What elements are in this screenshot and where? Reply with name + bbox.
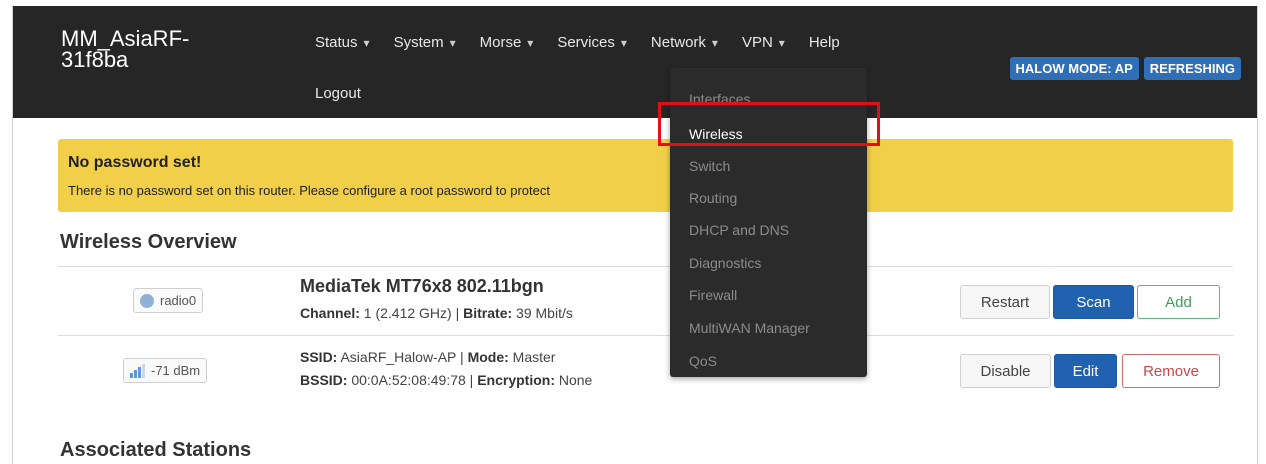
nav-status[interactable]: Status ▾	[315, 34, 370, 51]
no-password-alert: No password set! There is no password se…	[58, 139, 1233, 212]
radio-icon	[140, 293, 154, 308]
wireless-overview-title: Wireless Overview	[60, 231, 237, 253]
radio-name: radio0	[160, 293, 197, 308]
nav-services-label: Services	[557, 34, 615, 51]
remove-button[interactable]: Remove	[1122, 354, 1220, 388]
divider	[58, 266, 1233, 267]
alert-text: There is no password set on this router.…	[68, 183, 550, 198]
mode-label: Mode:	[467, 349, 509, 365]
signal-badge: -71 dBm	[123, 358, 208, 383]
nav-network[interactable]: Network ▾	[651, 34, 718, 51]
bitrate-value: 39 Mbit/s	[516, 305, 573, 321]
nav-system-label: System	[393, 34, 444, 51]
signal-strength-icon	[130, 363, 145, 378]
router-hostname[interactable]: MM_AsiaRF-31f8ba	[61, 28, 251, 71]
nav-vpn[interactable]: VPN ▾	[742, 34, 785, 51]
radio-device-name: MediaTek MT76x8 802.11bgn	[300, 276, 544, 296]
menu-item-dhcp-dns[interactable]: DHCP and DNS	[689, 222, 789, 238]
add-button[interactable]: Add	[1137, 285, 1220, 319]
nav-status-label: Status	[315, 34, 358, 51]
bitrate-label: Bitrate:	[463, 305, 513, 321]
signal-value: -71 dBm	[151, 363, 201, 378]
chevron-down-icon: ▾	[711, 35, 718, 50]
nav-services[interactable]: Services ▾	[557, 34, 627, 51]
menu-item-multiwan[interactable]: MultiWAN Manager	[689, 320, 810, 336]
radio-badge: radio0	[133, 288, 204, 313]
encryption-label: Encryption:	[477, 372, 555, 388]
channel-label: Channel:	[300, 305, 360, 321]
chevron-down-icon: ▾	[527, 35, 534, 50]
bssid-label: BSSID:	[300, 372, 348, 388]
browser-frame: MM_AsiaRF-31f8ba Status ▾ System ▾ Morse…	[12, 6, 1258, 464]
nav-help[interactable]: Help	[809, 34, 840, 51]
chevron-down-icon: ▾	[363, 35, 370, 50]
menu-item-firewall[interactable]: Firewall	[689, 287, 737, 303]
bssid-value: 00:0A:52:08:49:78	[351, 372, 466, 388]
refreshing-badge[interactable]: REFRESHING	[1143, 57, 1241, 80]
chevron-down-icon: ▾	[449, 35, 456, 50]
wireless-highlight-box	[658, 102, 880, 146]
nav-morse-label: Morse	[479, 34, 522, 51]
associated-stations-title: Associated Stations	[60, 439, 252, 461]
alert-title: No password set!	[68, 154, 202, 171]
menu-item-routing[interactable]: Routing	[689, 190, 737, 206]
mode-value: Master	[512, 349, 556, 365]
nav-system[interactable]: System ▾	[394, 34, 456, 51]
radio-details: Channel: 1 (2.412 GHz) | Bitrate: 39 Mbi…	[300, 305, 573, 321]
chevron-down-icon: ▾	[620, 35, 627, 50]
nav-network-label: Network	[650, 34, 706, 51]
nav-vpn-label: VPN	[741, 34, 773, 51]
encryption-value: None	[558, 372, 593, 388]
ssid-line: SSID: AsiaRF_Halow-AP | Mode: Master	[300, 349, 556, 365]
logout-link[interactable]: Logout	[315, 85, 361, 102]
chevron-down-icon: ▾	[778, 35, 785, 50]
menu-item-qos[interactable]: QoS	[689, 353, 717, 369]
edit-button[interactable]: Edit	[1054, 354, 1117, 388]
disable-button[interactable]: Disable	[960, 354, 1051, 388]
halow-mode-badge: HALOW MODE: AP	[1009, 57, 1139, 80]
menu-item-switch[interactable]: Switch	[689, 158, 730, 174]
restart-button[interactable]: Restart	[960, 285, 1050, 319]
nav-morse[interactable]: Morse ▾	[480, 34, 534, 51]
channel-value: 1 (2.412 GHz)	[363, 305, 452, 321]
main-nav: Status ▾ System ▾ Morse ▾ Services ▾ Net…	[315, 34, 864, 51]
top-navbar: MM_AsiaRF-31f8ba Status ▾ System ▾ Morse…	[13, 6, 1257, 118]
menu-item-diagnostics[interactable]: Diagnostics	[689, 255, 761, 271]
divider	[58, 335, 1233, 336]
nav-help-label: Help	[808, 34, 840, 51]
scan-button[interactable]: Scan	[1053, 285, 1134, 319]
ssid-label: SSID:	[300, 349, 338, 365]
bssid-line: BSSID: 00:0A:52:08:49:78 | Encryption: N…	[300, 372, 593, 388]
ssid-value: AsiaRF_Halow-AP	[340, 349, 457, 365]
status-badges: HALOW MODE: AP REFRESHING	[1009, 57, 1241, 80]
